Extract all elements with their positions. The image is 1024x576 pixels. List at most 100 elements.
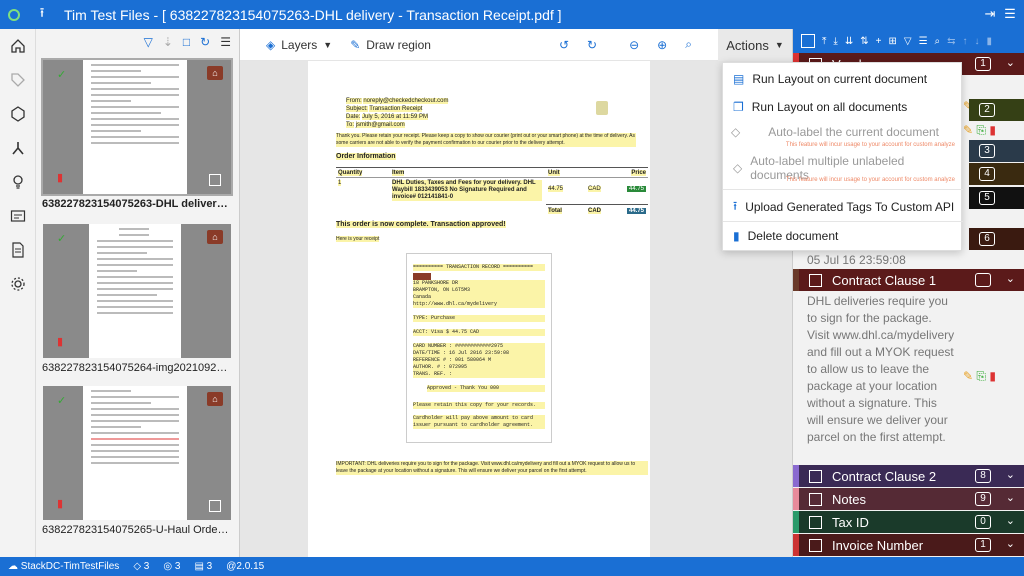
menu-item-label: Auto-label the current document — [768, 125, 939, 139]
author: AUTHOR. # : 072995 — [413, 364, 545, 371]
merge-icon[interactable] — [0, 131, 36, 165]
document-icon[interactable] — [0, 233, 36, 267]
app-logo-icon — [6, 7, 22, 23]
chevron-down-icon[interactable]: ⌄ — [1006, 56, 1015, 69]
addr2: BRAMPTON, ON L6T5M3 — [413, 287, 545, 294]
select-icon[interactable] — [801, 34, 815, 48]
tag-row-6[interactable]: 6 — [969, 228, 1024, 250]
copy-icon[interactable]: ⎘ — [976, 123, 986, 137]
tag-checkbox[interactable] — [809, 273, 822, 287]
sort-icon[interactable]: ⇣ — [163, 35, 173, 49]
grid-icon[interactable]: ⊞ — [888, 36, 896, 47]
type: TYPE: Purchase — [413, 315, 545, 322]
trash-icon[interactable]: ▮ — [987, 36, 993, 47]
tag-label: Tax ID — [832, 514, 869, 530]
check-icon: ✓ — [57, 395, 67, 407]
menu-item-auto-label-current[interactable]: ◇ Auto-label the current document — [723, 123, 963, 141]
upload-icon[interactable]: ⭱ — [34, 5, 50, 23]
add-icon[interactable]: + — [876, 36, 882, 47]
filter-icon[interactable]: ▽ — [144, 35, 153, 49]
list-view-icon[interactable]: ☰ — [220, 35, 231, 49]
tag-icon[interactable]: ⌂ — [207, 392, 223, 406]
zoom-out-icon[interactable]: ⊖ — [629, 38, 639, 52]
tag-row-contract-clause-1[interactable]: Contract Clause 1 ⌄ — [793, 269, 1024, 291]
search-icon[interactable]: ⌕ — [685, 37, 692, 52]
actions-button[interactable]: Actions ▼ — [718, 29, 792, 61]
logout-icon[interactable]: ⇥ — [982, 6, 998, 22]
chevron-down-icon[interactable]: ⌄ — [1006, 537, 1015, 550]
up-icon[interactable]: ↑ — [963, 36, 968, 47]
model-icon[interactable] — [0, 97, 36, 131]
tags-status: ◇ 3 — [133, 561, 149, 572]
tag-hotkey — [975, 273, 991, 287]
move-top-icon[interactable]: ⤒ — [822, 36, 826, 47]
sort-icon[interactable]: ⇅ — [860, 36, 868, 47]
zoom-in-icon[interactable]: ⊕ — [657, 38, 667, 52]
window-title: Tim Test Files - [ 638227823154075263-DH… — [64, 6, 562, 23]
menu-item-delete-document[interactable]: ▮ Delete document — [723, 226, 963, 246]
menu-icon[interactable]: ☰ — [1002, 6, 1018, 22]
chevron-down-icon[interactable]: ⌄ — [1006, 468, 1015, 481]
settings-gear-icon[interactable] — [0, 267, 36, 301]
filter-icon[interactable]: ▽ — [904, 36, 912, 47]
trash-icon[interactable]: ▮ — [57, 335, 63, 348]
trash-icon[interactable]: ▮ — [989, 369, 996, 383]
tags-icon[interactable] — [0, 63, 36, 97]
menu-item-run-layout-current[interactable]: ▤ Run Layout on current document — [723, 69, 963, 89]
trash-icon[interactable]: ▮ — [57, 497, 63, 510]
draw-region-button[interactable]: Draw region — [366, 38, 431, 52]
tag-icon: ◇ — [731, 125, 741, 139]
menu-item-upload-tags[interactable]: ⭱ Upload Generated Tags To Custom API — [723, 197, 963, 217]
align-icon[interactable]: ⇊ — [845, 36, 853, 47]
search-icon[interactable]: ⌕ — [935, 36, 941, 47]
chevron-down-icon[interactable]: ⌄ — [1006, 272, 1015, 285]
email-header: From: noreply@checkedcheckout.com Subjec… — [346, 97, 449, 129]
thumbnail-card[interactable]: ✓ ⌂ ▮ 638227823154075265-U-Haul Order Re… — [42, 386, 232, 536]
edit-icon[interactable]: ✎ — [963, 369, 973, 383]
documents-icon: ❐ — [733, 100, 744, 114]
tag-row-5[interactable]: 5 — [969, 187, 1024, 209]
tag-row-notes[interactable]: Notes 9 ⌄ — [793, 488, 1024, 510]
tag-row-contract-clause-2[interactable]: Contract Clause 2 8 ⌄ — [793, 465, 1024, 487]
select-all-icon[interactable]: □ — [183, 35, 190, 49]
unit-header: Unit — [548, 170, 560, 176]
rotate-right-icon[interactable]: ↻ — [587, 38, 597, 52]
merge-icon[interactable]: ⇆ — [947, 36, 955, 47]
move-bottom-icon[interactable]: ⤓ — [833, 36, 837, 47]
down-icon[interactable]: ↓ — [975, 36, 980, 47]
retain: Please retain this copy for your records… — [413, 402, 545, 409]
tag-row-3[interactable]: 3 — [969, 140, 1024, 162]
menu-item-run-layout-all[interactable]: ❐ Run Layout on all documents — [723, 97, 963, 117]
lightbulb-icon[interactable] — [0, 165, 36, 199]
chevron-down-icon[interactable]: ⌄ — [1006, 491, 1015, 504]
tag-row-invoice-number[interactable]: Invoice Number 1 ⌄ — [793, 534, 1024, 556]
thumbnail-card[interactable]: ✓ ⌂ ▮ 638227823154075264-img20210920_162… — [42, 224, 232, 374]
tag-checkbox[interactable] — [809, 469, 822, 483]
tag-row-2[interactable]: 2 — [969, 99, 1024, 121]
thumbnail-checkbox[interactable] — [209, 174, 221, 186]
chevron-down-icon[interactable]: ▼ — [323, 40, 332, 50]
home-icon[interactable] — [0, 29, 36, 63]
tag-icon[interactable]: ⌂ — [207, 66, 223, 80]
trash-icon[interactable]: ▮ — [989, 123, 996, 137]
copy-icon[interactable]: ⎘ — [976, 369, 986, 383]
edit-icon[interactable]: ✎ — [963, 123, 973, 137]
menu-item-auto-label-multiple[interactable]: ◇ Auto-label multiple unlabeled documents — [723, 154, 963, 182]
thumbnail-card[interactable]: ✓ ⌂ ▮ 638227823154075263-DHL delivery - … — [41, 58, 233, 210]
rotate-left-icon[interactable]: ↺ — [559, 38, 569, 52]
chevron-down-icon[interactable]: ⌄ — [1006, 514, 1015, 527]
transaction-record: ========== TRANSACTION RECORD ==========… — [406, 253, 552, 443]
tag-checkbox[interactable] — [809, 515, 822, 529]
tag-checkbox[interactable] — [809, 538, 822, 552]
thumbnail-checkbox[interactable] — [209, 500, 221, 512]
list-icon[interactable]: ☰ — [919, 36, 928, 47]
tag-row-4[interactable]: 4 — [969, 163, 1024, 185]
trash-icon[interactable]: ▮ — [57, 171, 63, 184]
tag-checkbox[interactable] — [809, 492, 822, 506]
tag-icon[interactable]: ⌂ — [207, 230, 223, 244]
id-card-icon[interactable] — [0, 199, 36, 233]
layers-button[interactable]: Layers — [281, 38, 317, 52]
refresh-icon[interactable]: ↻ — [200, 35, 210, 49]
tag-row-tax-id[interactable]: Tax ID 0 ⌄ — [793, 511, 1024, 533]
thumbnail-page — [89, 224, 181, 358]
